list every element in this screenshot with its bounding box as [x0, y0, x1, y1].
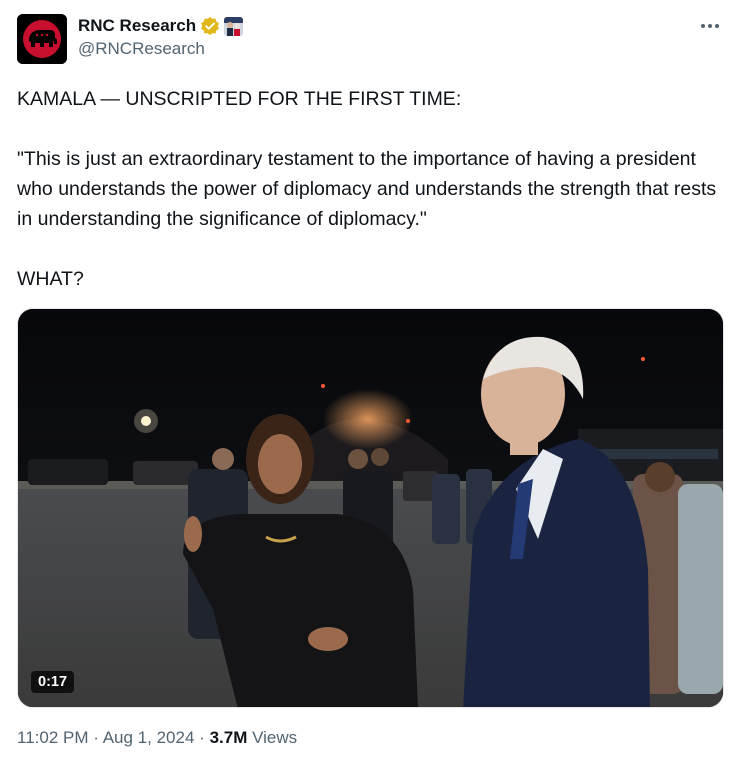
- handle[interactable]: @RNCResearch: [78, 39, 243, 59]
- views-count[interactable]: 3.7M: [210, 728, 248, 747]
- avatar[interactable]: [17, 14, 67, 64]
- tweet-card: RNC Research @RNCResearch KAMALA — UNSCR…: [0, 0, 738, 762]
- tweet-line-quote: "This is just an extraordinary testament…: [17, 148, 717, 230]
- meta-separator: ·: [199, 728, 205, 747]
- tweet-meta: 11:02 PM · Aug 1, 2024 · 3.7M Views: [17, 728, 297, 748]
- views-label: Views: [252, 728, 298, 747]
- video-duration-badge: 0:17: [31, 671, 75, 693]
- video-thumbnail: [18, 309, 723, 707]
- meta-separator: ·: [93, 728, 99, 747]
- tweet-text: KAMALA — UNSCRIPTED FOR THE FIRST TIME: …: [17, 84, 717, 294]
- tweet-time[interactable]: 11:02 PM: [17, 728, 89, 747]
- name-row: RNC Research: [78, 14, 244, 38]
- tweet-line-reaction: WHAT?: [17, 268, 84, 290]
- author-block: RNC Research @RNCResearch: [78, 14, 244, 59]
- affiliation-badge-icon[interactable]: [224, 16, 244, 36]
- video-player[interactable]: 0:17: [17, 308, 724, 708]
- tweet-line-headline: KAMALA — UNSCRIPTED FOR THE FIRST TIME:: [17, 88, 462, 110]
- more-options-icon[interactable]: [698, 16, 722, 36]
- verified-badge-icon[interactable]: [200, 16, 220, 36]
- display-name[interactable]: RNC Research: [78, 16, 196, 36]
- republican-elephant-logo-icon: [17, 14, 67, 64]
- tweet-date[interactable]: Aug 1, 2024: [103, 728, 195, 747]
